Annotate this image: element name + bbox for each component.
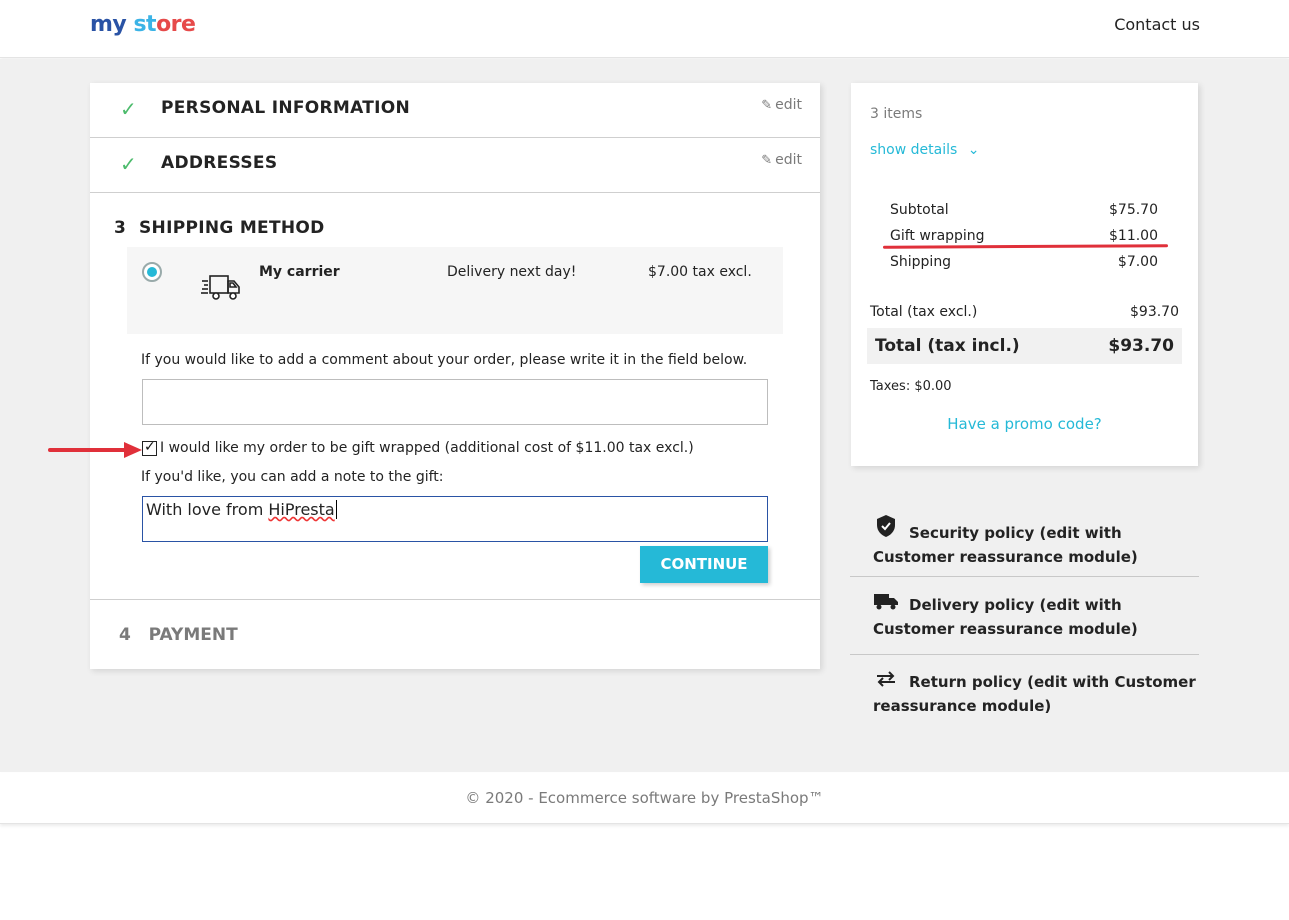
edit-addresses-button[interactable]: ✎ edit bbox=[761, 152, 802, 168]
annotation-underline bbox=[882, 244, 1169, 249]
summary-line-label: Subtotal bbox=[890, 202, 949, 218]
check-icon: ✓ bbox=[120, 152, 137, 176]
carrier-name: My carrier bbox=[259, 264, 340, 280]
comment-label: If you would like to add a comment about… bbox=[141, 352, 748, 368]
order-comment-input[interactable] bbox=[142, 379, 768, 425]
summary-line-label: Shipping bbox=[890, 254, 952, 270]
carrier-price: $7.00 tax excl. bbox=[648, 264, 752, 280]
step-title: PAYMENT bbox=[148, 625, 238, 645]
items-count: 3 items bbox=[870, 106, 923, 122]
total-excl-label: Total (tax excl.) bbox=[870, 304, 978, 320]
continue-button[interactable]: CONTINUE bbox=[640, 546, 768, 583]
total-incl-label: Total (tax incl.) bbox=[875, 336, 1020, 356]
summary-line-label: Gift wrapping bbox=[890, 228, 985, 244]
step-personal-information[interactable]: ✓ PERSONAL INFORMATION ✎ edit bbox=[90, 83, 820, 138]
gift-wrapping-row: Gift wrapping $11.00 bbox=[890, 228, 1158, 244]
swap-arrows-icon bbox=[873, 670, 899, 694]
cart-summary: 3 items show details ⌄ Subtotal $75.70 G… bbox=[851, 83, 1198, 466]
total-tax-excl-row: Total (tax excl.) $93.70 bbox=[870, 304, 1179, 320]
total-incl-value: $93.70 bbox=[1108, 336, 1174, 356]
gift-wrap-checkbox[interactable] bbox=[142, 439, 157, 456]
step-number: 3 bbox=[114, 218, 127, 238]
step-addresses[interactable]: ✓ ADDRESSES ✎ edit bbox=[90, 138, 820, 193]
subtotal-row: Subtotal $75.70 bbox=[890, 202, 1158, 218]
logo-text-my: my bbox=[90, 12, 127, 37]
reassurance-text: Customer reassurance module) bbox=[873, 548, 1138, 566]
total-tax-incl-row: Total (tax incl.) $93.70 bbox=[867, 328, 1182, 364]
gift-note-label: If you'd like, you can add a note to the… bbox=[141, 469, 444, 485]
step-number: 4 bbox=[119, 625, 131, 645]
shipping-row: Shipping $7.00 bbox=[890, 254, 1158, 270]
step-title: SHIPPING METHOD bbox=[139, 218, 325, 238]
reassurance-text: Security policy (edit with bbox=[909, 524, 1122, 542]
promo-code-link[interactable]: Have a promo code? bbox=[851, 415, 1198, 433]
carrier-delay: Delivery next day! bbox=[447, 264, 577, 280]
gift-note-text-misspelled: HiPresta bbox=[268, 500, 335, 519]
summary-line-value: $75.70 bbox=[1109, 202, 1158, 218]
carrier-radio[interactable] bbox=[142, 262, 162, 282]
show-details-toggle[interactable]: show details ⌄ bbox=[870, 142, 979, 158]
reassurance-return: Return policy (edit with Customer reassu… bbox=[850, 670, 1199, 718]
taxes-line: Taxes: $0.00 bbox=[870, 379, 952, 394]
pencil-icon: ✎ bbox=[761, 153, 773, 168]
reassurance-text: Delivery policy (edit with bbox=[909, 596, 1122, 614]
divider bbox=[850, 576, 1199, 577]
reassurance-text: reassurance module) bbox=[873, 697, 1052, 715]
logo-text-st: st bbox=[133, 12, 157, 37]
carrier-option[interactable]: My carrier Delivery next day! $7.00 tax … bbox=[127, 247, 783, 334]
logo-text-ore: ore bbox=[156, 12, 196, 37]
text-cursor bbox=[335, 500, 337, 519]
gift-wrap-label: I would like my order to be gift wrapped… bbox=[160, 440, 694, 456]
step-payment[interactable]: 4 PAYMENT bbox=[119, 625, 238, 645]
reassurance-delivery: Delivery policy (edit with Customer reas… bbox=[850, 592, 1199, 641]
gift-note-input[interactable]: With love from HiPresta bbox=[142, 496, 768, 542]
reassurance-text: Customer reassurance module) bbox=[873, 620, 1138, 638]
summary-line-value: $11.00 bbox=[1109, 228, 1158, 244]
shield-icon bbox=[873, 514, 899, 545]
checkout-steps: ✓ PERSONAL INFORMATION ✎ edit ✓ ADDRESSES… bbox=[90, 83, 820, 669]
footer-copyright[interactable]: © 2020 - Ecommerce software by PrestaSho… bbox=[465, 789, 823, 807]
contact-us-link[interactable]: Contact us bbox=[1114, 15, 1200, 34]
gift-note-text: With love from bbox=[146, 500, 269, 519]
chevron-down-icon: ⌄ bbox=[967, 142, 980, 158]
gift-wrap-option[interactable]: I would like my order to be gift wrapped… bbox=[142, 439, 694, 456]
site-header: my store Contact us bbox=[0, 0, 1289, 58]
delivery-truck-icon bbox=[201, 275, 240, 300]
total-excl-value: $93.70 bbox=[1130, 304, 1179, 320]
footer: © 2020 - Ecommerce software by PrestaSho… bbox=[0, 773, 1289, 824]
edit-label: edit bbox=[775, 97, 802, 113]
annotation-arrow-icon bbox=[48, 442, 142, 458]
divider bbox=[850, 654, 1199, 655]
step-title: ADDRESSES bbox=[161, 153, 278, 173]
edit-label: edit bbox=[775, 152, 802, 168]
show-details-label: show details bbox=[870, 142, 958, 158]
pencil-icon: ✎ bbox=[761, 98, 773, 113]
store-logo[interactable]: my store bbox=[90, 12, 196, 37]
truck-icon bbox=[873, 592, 899, 617]
check-icon: ✓ bbox=[120, 97, 137, 121]
reassurance-text: Return policy (edit with Customer bbox=[909, 673, 1196, 691]
edit-personal-button[interactable]: ✎ edit bbox=[761, 97, 802, 113]
summary-line-value: $7.00 bbox=[1117, 254, 1158, 270]
reassurance-security: Security policy (edit with Customer reas… bbox=[850, 514, 1199, 569]
step-title: PERSONAL INFORMATION bbox=[161, 98, 411, 118]
